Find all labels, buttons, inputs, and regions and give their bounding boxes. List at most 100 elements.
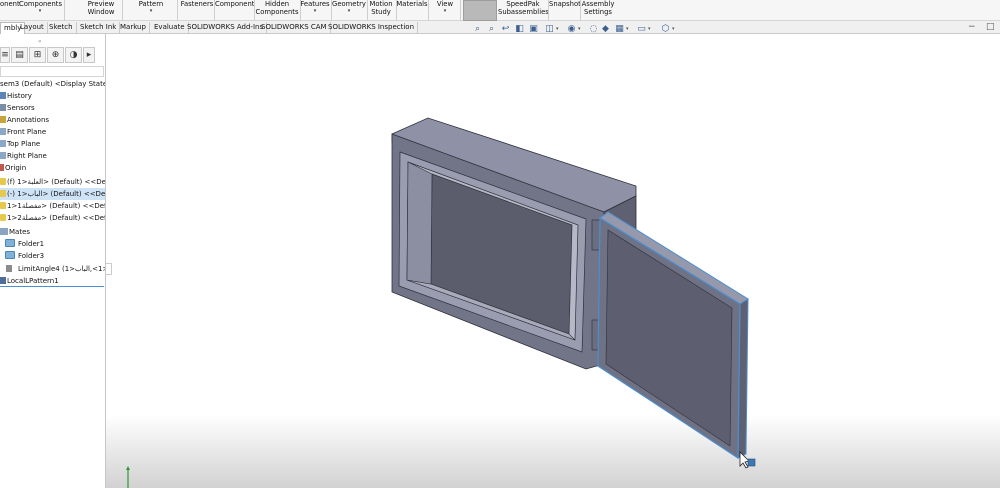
tree-item-label: Sensors bbox=[7, 104, 35, 112]
dropdown-arrow-icon[interactable]: ▾ bbox=[648, 26, 651, 32]
tree-item-front-plane[interactable]: Front Plane bbox=[0, 126, 105, 138]
ribbon-fasteners-button[interactable]: Fasteners bbox=[180, 0, 214, 21]
graphics-area[interactable] bbox=[106, 34, 1000, 488]
tab-solidworks-addins[interactable]: SOLIDWORKS Add-Ins bbox=[184, 22, 268, 34]
display-pane-icon[interactable]: ⬡ bbox=[660, 24, 671, 35]
tree-item-label: (-) الباب<1> (Default) <<Default> bbox=[7, 190, 105, 198]
zoom-to-fit-icon[interactable]: ⌕ bbox=[472, 24, 483, 35]
view-settings-icon[interactable]: ▭ bbox=[636, 24, 647, 35]
dynamic-annotation-icon[interactable]: ▣ bbox=[528, 24, 539, 35]
ribbon-component-button[interactable]: Component bbox=[215, 0, 254, 21]
dimxpert-tab-icon[interactable]: ⊕ bbox=[47, 47, 64, 63]
tree-item-limitangle4[interactable]: LimitAngle4 (العلبة<1>,الباب<1>) bbox=[0, 263, 105, 275]
ribbon-snapshot-button[interactable]: Snapshot bbox=[549, 0, 581, 21]
tab-sketch-ink[interactable]: Sketch Ink bbox=[77, 22, 121, 34]
more-tabs-icon[interactable]: ▸ bbox=[83, 47, 95, 63]
part-icon bbox=[0, 178, 6, 185]
tab-layout[interactable]: Layout bbox=[17, 22, 48, 34]
ribbon-label: Components bbox=[19, 0, 63, 8]
ribbon-pattern-button[interactable]: Pattern ▾ bbox=[134, 0, 168, 21]
part-icon bbox=[0, 214, 6, 221]
previous-view-icon[interactable]: ↩ bbox=[500, 24, 511, 35]
tree-item-folder3[interactable]: Folder3 bbox=[0, 250, 105, 262]
door-model[interactable] bbox=[597, 211, 749, 460]
ribbon-preview-window-button[interactable]: Preview Window bbox=[84, 0, 118, 21]
minimize-icon[interactable]: − bbox=[968, 22, 976, 32]
ribbon-separator bbox=[428, 0, 429, 21]
tree-item-sensors[interactable]: Sensors bbox=[0, 102, 105, 114]
folder-icon bbox=[5, 251, 15, 259]
ribbon-label: Preview Window bbox=[87, 0, 115, 16]
tree-item-label: Mates bbox=[9, 228, 31, 236]
dropdown-arrow-icon: ▾ bbox=[149, 8, 153, 14]
tree-item-assembly[interactable]: sem3 (Default) <Display State-1> bbox=[0, 78, 105, 90]
limit-angle-mate-icon bbox=[6, 265, 12, 272]
ribbon-components-button[interactable]: Components ▾ bbox=[19, 0, 63, 21]
tree-item-part-hinge1[interactable]: مفصلة1<1> (Default) <<Default> bbox=[0, 200, 105, 212]
selection-handle-icon[interactable] bbox=[747, 458, 756, 467]
ribbon-speedpak-button[interactable]: SpeedPak Subassemblies bbox=[498, 0, 549, 21]
dropdown-arrow-icon[interactable]: ▾ bbox=[672, 26, 675, 32]
apply-scene-icon[interactable]: ▦ bbox=[614, 24, 625, 35]
assembly-model-view[interactable] bbox=[106, 34, 1000, 488]
view-orientation-icon[interactable]: ◫ bbox=[544, 24, 555, 35]
feature-manager-panel: « ≡ ▤ ⊞ ⊕ ◑ ▸ sem3 (Default) <Display St… bbox=[0, 34, 106, 488]
ribbon-separator bbox=[122, 0, 123, 21]
tree-item-label: Right Plane bbox=[7, 152, 47, 160]
zoom-area-icon[interactable]: ⌕ bbox=[486, 24, 497, 35]
tab-solidworks-inspection[interactable]: SOLIDWORKS Inspection bbox=[325, 22, 419, 34]
tree-item-label: Top Plane bbox=[7, 140, 41, 148]
tree-item-part-box[interactable]: (f) العلبة<1> (Default) <<Default> bbox=[0, 176, 105, 188]
tree-item-mates[interactable]: Mates bbox=[0, 226, 105, 238]
section-view-icon[interactable]: ◧ bbox=[514, 24, 525, 35]
edit-appearance-icon[interactable]: ◆ bbox=[600, 24, 611, 35]
ribbon-assembly-settings-button[interactable]: Assembly Settings bbox=[580, 0, 616, 21]
tree-item-label: Folder3 bbox=[18, 252, 45, 260]
origin-icon bbox=[0, 164, 4, 171]
tree-item-right-plane[interactable]: Right Plane bbox=[0, 150, 105, 162]
tree-item-folder1[interactable]: Folder1 bbox=[0, 238, 105, 250]
tree-item-part-door[interactable]: (-) الباب<1> (Default) <<Default> bbox=[0, 188, 105, 200]
display-style-icon[interactable]: ◉ bbox=[566, 24, 577, 35]
feature-manager-tab-icon[interactable]: ≡ bbox=[0, 47, 10, 63]
tree-item-origin[interactable]: Origin bbox=[0, 162, 105, 174]
panel-collapse-handle[interactable]: « bbox=[38, 38, 42, 45]
dropdown-arrow-icon[interactable]: ▾ bbox=[556, 26, 559, 32]
tree-filter-input[interactable] bbox=[0, 66, 104, 77]
ribbon-label: Pattern bbox=[138, 0, 164, 8]
ribbon-view-button[interactable]: View ▾ bbox=[432, 0, 458, 21]
configuration-manager-tab-icon[interactable]: ⊞ bbox=[29, 47, 46, 63]
ribbon-reference-geometry-button[interactable]: Geometry ▾ bbox=[332, 0, 366, 21]
tab-evaluate[interactable]: Evaluate bbox=[151, 22, 189, 34]
tree-item-label: History bbox=[7, 92, 32, 100]
ribbon-label: SpeedPak Subassemblies bbox=[498, 0, 549, 16]
dropdown-arrow-icon[interactable]: ▾ bbox=[578, 26, 581, 32]
ribbon-label: Motion Study bbox=[369, 0, 393, 16]
tree-rollback-bar[interactable] bbox=[0, 286, 104, 287]
ribbon-separator bbox=[64, 0, 65, 21]
dropdown-arrow-icon: ▾ bbox=[38, 8, 42, 14]
property-manager-tab-icon[interactable]: ▤ bbox=[11, 47, 28, 63]
ribbon-insert-component-button[interactable]: onent bbox=[0, 0, 20, 21]
hide-show-icon[interactable]: ◌ bbox=[588, 24, 599, 35]
appearance-tab-icon[interactable]: ◑ bbox=[65, 47, 82, 63]
ribbon-blank-button[interactable] bbox=[463, 0, 497, 21]
ribbon-motion-study-button[interactable]: Motion Study bbox=[367, 0, 395, 21]
reference-triad-icon bbox=[126, 466, 130, 488]
dropdown-arrow-icon[interactable]: ▾ bbox=[626, 26, 629, 32]
ribbon-features-button[interactable]: Features ▾ bbox=[300, 0, 330, 21]
tab-markup[interactable]: Markup bbox=[117, 22, 150, 34]
tree-item-label: Origin bbox=[5, 164, 27, 172]
tab-solidworks-cam[interactable]: SOLIDWORKS CAM bbox=[258, 22, 331, 34]
tree-item-label: Front Plane bbox=[7, 128, 47, 136]
ribbon-label: Fasteners bbox=[180, 0, 214, 8]
tree-item-history[interactable]: History bbox=[0, 90, 105, 102]
tree-item-annotations[interactable]: Annotations bbox=[0, 114, 105, 126]
ribbon-materials-button[interactable]: Materials bbox=[396, 0, 428, 21]
tree-item-part-hinge2[interactable]: مفصلة2<1> (Default) <<Default> bbox=[0, 212, 105, 224]
tree-item-top-plane[interactable]: Top Plane bbox=[0, 138, 105, 150]
tab-sketch[interactable]: Sketch bbox=[46, 22, 77, 34]
pattern-icon bbox=[0, 277, 6, 284]
ribbon-hidden-components-button[interactable]: Hidden Components bbox=[255, 0, 299, 21]
restore-icon[interactable]: □ bbox=[986, 22, 995, 32]
